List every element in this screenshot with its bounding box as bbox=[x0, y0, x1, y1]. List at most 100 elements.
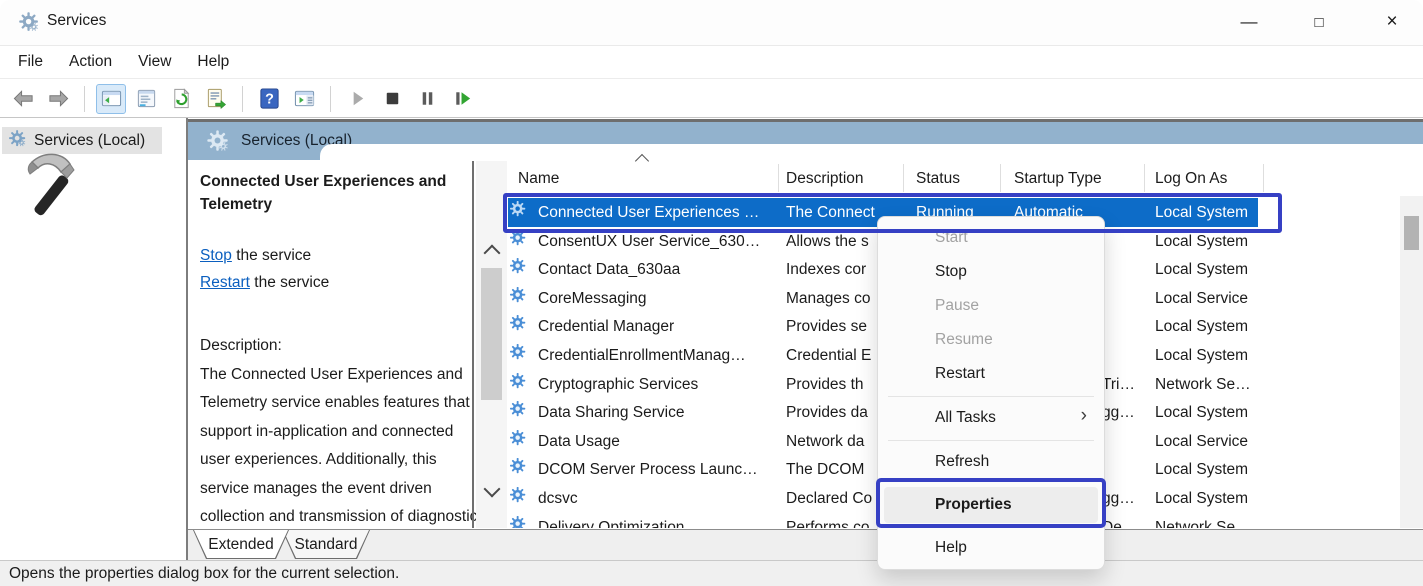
column-divider[interactable] bbox=[903, 164, 904, 192]
scroll-down-icon[interactable] bbox=[484, 481, 501, 498]
services-gear-icon bbox=[206, 129, 230, 158]
panel-splitter[interactable] bbox=[186, 118, 188, 560]
maximize-icon: □ bbox=[1314, 14, 1323, 31]
service-description-cell: Declared Co bbox=[786, 484, 872, 513]
minimize-icon: — bbox=[1241, 12, 1258, 32]
column-header-name[interactable]: Name bbox=[518, 170, 559, 188]
restart-service-link[interactable]: Restart bbox=[200, 274, 250, 291]
properties-icon[interactable] bbox=[131, 84, 161, 114]
service-description-cell: Provides se bbox=[786, 312, 867, 341]
column-divider[interactable] bbox=[1000, 164, 1001, 192]
back-icon[interactable] bbox=[8, 84, 38, 114]
column-header-status[interactable]: Status bbox=[916, 170, 960, 188]
service-name: Data Sharing Service bbox=[538, 398, 684, 427]
menu-action[interactable]: Action bbox=[69, 53, 112, 71]
annotation-selected-row bbox=[503, 193, 1282, 233]
status-bar: Opens the properties dialog box for the … bbox=[0, 560, 1423, 586]
service-startup-fragment: De… bbox=[1102, 513, 1137, 528]
service-logon-as: Local System bbox=[1155, 341, 1248, 370]
stop-service-link[interactable]: Stop bbox=[200, 247, 232, 264]
context-menu-item-pause: Pause bbox=[878, 289, 1104, 323]
pause-service-icon[interactable] bbox=[412, 84, 442, 114]
show-action-pane-icon[interactable] bbox=[289, 84, 319, 114]
list-scrollbar[interactable] bbox=[1400, 196, 1423, 528]
menu-separator bbox=[878, 435, 1104, 445]
context-menu-item-refresh[interactable]: Refresh bbox=[878, 445, 1104, 479]
service-name: DCOM Server Process Launc… bbox=[538, 455, 758, 484]
menu-separator bbox=[878, 391, 1104, 401]
context-menu-item-resume: Resume bbox=[878, 323, 1104, 357]
close-icon: × bbox=[1386, 11, 1397, 33]
menu-view[interactable]: View bbox=[138, 53, 171, 71]
tree-item-label: Services (Local) bbox=[34, 132, 145, 150]
service-action-links: Stop the serviceRestart the service bbox=[200, 242, 329, 296]
service-gear-icon bbox=[509, 486, 527, 509]
services-gear-icon bbox=[18, 11, 40, 38]
menu-item-label: Resume bbox=[935, 331, 993, 349]
minimize-button[interactable]: — bbox=[1226, 0, 1272, 44]
menu-item-label: Pause bbox=[935, 297, 979, 315]
menu-item-label: Refresh bbox=[935, 453, 989, 471]
tab-label: Extended bbox=[193, 530, 289, 559]
service-logon-as: Local System bbox=[1155, 398, 1248, 427]
service-description-cell: Provides da bbox=[786, 398, 868, 427]
action-text: the service bbox=[250, 274, 329, 291]
service-name: Data Usage bbox=[538, 427, 620, 456]
service-startup-fragment: Tri… bbox=[1102, 370, 1135, 399]
toolbar-separator bbox=[330, 86, 331, 112]
service-gear-icon bbox=[509, 314, 527, 337]
forward-icon[interactable] bbox=[43, 84, 73, 114]
menu-item-label: All Tasks bbox=[935, 409, 996, 427]
column-divider[interactable] bbox=[1263, 164, 1264, 192]
restart-service-icon[interactable] bbox=[447, 84, 477, 114]
scrollbar-thumb[interactable] bbox=[1404, 216, 1419, 250]
context-menu-item-stop[interactable]: Stop bbox=[878, 255, 1104, 289]
services-window: Services —□× FileActionViewHelp ? Servic… bbox=[0, 0, 1423, 586]
service-gear-icon bbox=[509, 515, 527, 528]
selected-service-title: Connected User Experiences and Telemetry bbox=[200, 170, 490, 216]
service-action-line: Restart the service bbox=[200, 269, 329, 296]
service-description-cell: Provides th bbox=[786, 370, 864, 399]
tab-extended[interactable]: Extended bbox=[193, 530, 289, 559]
scrollbar-thumb[interactable] bbox=[481, 268, 502, 400]
service-logon-as: Local System bbox=[1155, 255, 1248, 284]
close-button[interactable]: × bbox=[1369, 0, 1415, 44]
pane-divider bbox=[472, 161, 474, 528]
stop-service-icon[interactable] bbox=[377, 84, 407, 114]
annotation-properties bbox=[876, 478, 1106, 528]
service-description-cell: Performs co bbox=[786, 513, 870, 528]
column-divider[interactable] bbox=[1144, 164, 1145, 192]
context-menu-item-all-tasks[interactable]: All Tasks › bbox=[878, 401, 1104, 435]
refresh-icon[interactable] bbox=[166, 84, 196, 114]
menu-item-label: Stop bbox=[935, 263, 967, 281]
scroll-up-icon[interactable] bbox=[484, 245, 501, 262]
column-header-startup-type[interactable]: Startup Type bbox=[1014, 170, 1102, 188]
column-header-log-on-as[interactable]: Log On As bbox=[1155, 170, 1227, 188]
context-menu-item-help[interactable]: Help bbox=[878, 531, 1104, 565]
menu-file[interactable]: File bbox=[18, 53, 43, 71]
context-menu-item-restart[interactable]: Restart bbox=[878, 357, 1104, 391]
service-name: Cryptographic Services bbox=[538, 370, 698, 399]
service-description-cell: The DCOM bbox=[786, 455, 864, 484]
tab-standard[interactable]: Standard bbox=[282, 530, 370, 559]
submenu-arrow-icon: › bbox=[1081, 405, 1087, 427]
column-divider[interactable] bbox=[778, 164, 779, 192]
start-service-icon[interactable] bbox=[342, 84, 372, 114]
service-description-cell: Credential E bbox=[786, 341, 871, 370]
action-text: the service bbox=[232, 247, 311, 264]
maximize-button[interactable]: □ bbox=[1296, 0, 1342, 44]
service-description-cell: Manages co bbox=[786, 284, 870, 313]
toolbar: ? bbox=[0, 80, 1423, 118]
list-header: Name Description Status Startup Type Log On … bbox=[508, 162, 1423, 196]
menu-help[interactable]: Help bbox=[197, 53, 229, 71]
service-logon-as: Local Service bbox=[1155, 284, 1248, 313]
show-console-tree-icon[interactable] bbox=[96, 84, 126, 114]
service-name: Credential Manager bbox=[538, 312, 674, 341]
service-gear-icon bbox=[509, 457, 527, 480]
status-text: Opens the properties dialog box for the … bbox=[9, 565, 399, 583]
console-tree-panel: Services (Local) bbox=[0, 118, 186, 560]
svg-text:?: ? bbox=[265, 91, 274, 107]
column-header-description[interactable]: Description bbox=[786, 170, 864, 188]
export-list-icon[interactable] bbox=[201, 84, 231, 114]
help-icon[interactable]: ? bbox=[254, 84, 284, 114]
